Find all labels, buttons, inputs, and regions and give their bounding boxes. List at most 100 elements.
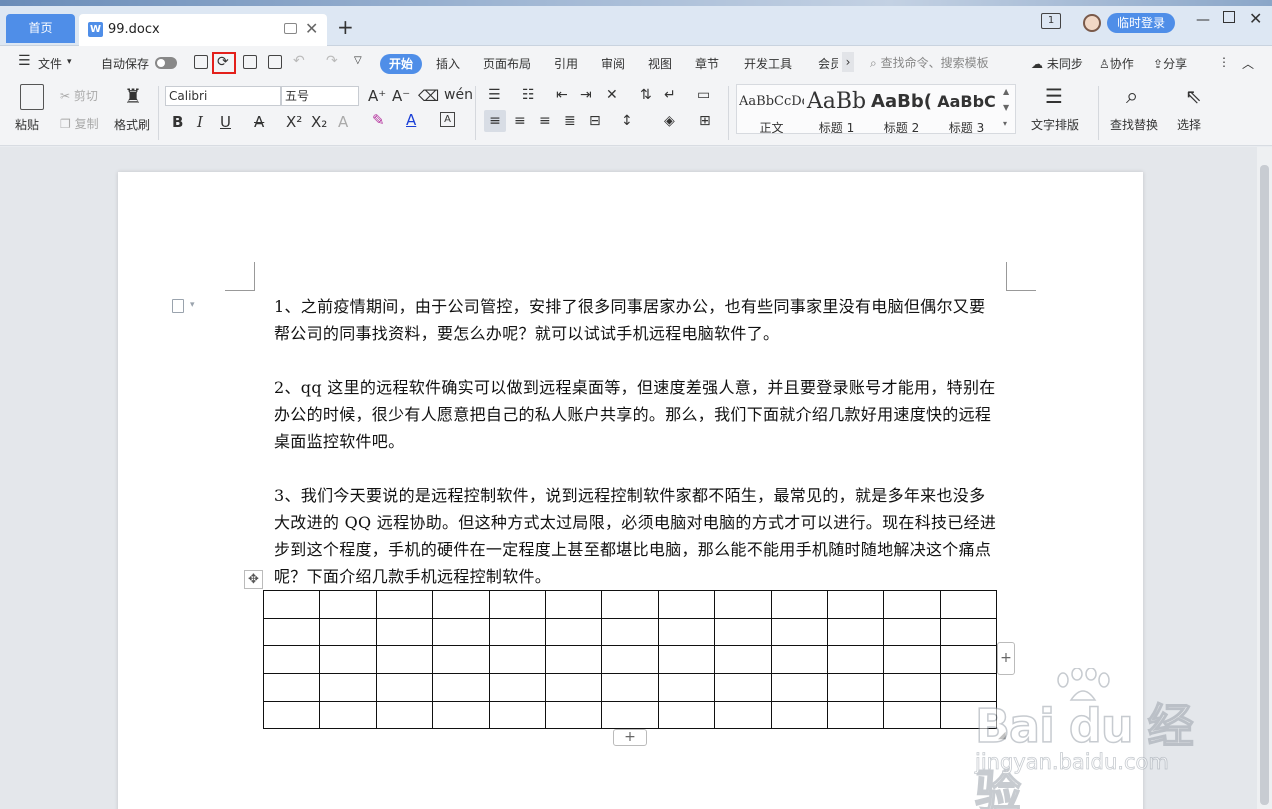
font-size-select[interactable]: 五号 <box>281 86 359 106</box>
tab-insert[interactable]: 插入 <box>436 55 460 72</box>
login-button[interactable]: 临时登录 <box>1107 13 1175 33</box>
text-layout-icon[interactable]: ☰ <box>1045 84 1063 108</box>
styles-scroll-up-icon[interactable]: ▲ <box>1003 87 1009 96</box>
show-marks-icon[interactable]: ↵ <box>664 87 676 103</box>
table-cell[interactable] <box>488 617 546 647</box>
paragraph-1[interactable]: 1、之前疫情期间，由于公司管控，安排了很多同事居家办公，也有些同事家里没有电脑但… <box>274 293 1000 347</box>
table-cell[interactable] <box>883 645 941 675</box>
line-spacing-icon[interactable]: ↕ <box>621 113 633 129</box>
select-button[interactable]: 选择 <box>1177 116 1201 133</box>
table-cell[interactable] <box>883 700 941 730</box>
tab-member[interactable]: 会员 <box>818 55 838 72</box>
print-preview-icon[interactable] <box>268 55 282 69</box>
find-replace-button[interactable]: 查找替换 <box>1110 116 1158 133</box>
collapse-ribbon-icon[interactable]: ︿ <box>1242 55 1254 72</box>
shading-icon[interactable]: ◈ <box>664 113 675 129</box>
underline-icon[interactable]: U <box>220 113 231 131</box>
table-cell[interactable] <box>657 673 716 702</box>
sync-button[interactable]: ☁ 未同步 <box>1031 55 1083 72</box>
phonetic-icon[interactable]: wén <box>444 87 473 103</box>
table-cell[interactable] <box>939 617 998 647</box>
strikethrough-icon[interactable]: A <box>254 113 264 131</box>
table-cell[interactable] <box>544 617 603 647</box>
float-window-icon[interactable] <box>284 23 297 34</box>
table-cell[interactable] <box>262 673 321 702</box>
table-cell[interactable] <box>319 590 377 619</box>
print-icon[interactable] <box>243 55 257 69</box>
paste-button[interactable]: 粘贴 <box>15 116 39 133</box>
table-cell[interactable] <box>432 673 490 702</box>
table-cell[interactable] <box>601 673 659 702</box>
styles-scroll-down-icon[interactable]: ▼ <box>1003 103 1009 112</box>
table-cell[interactable] <box>714 700 772 730</box>
table-cell[interactable] <box>544 590 603 619</box>
table-cell[interactable] <box>319 645 377 675</box>
ruler-icon[interactable]: ▭ <box>697 87 710 103</box>
shrink-font-icon[interactable]: A⁻ <box>392 87 410 105</box>
style-heading-1[interactable]: AaBb 标题 1 <box>804 89 869 137</box>
increase-indent-icon[interactable]: ⇥ <box>580 87 592 103</box>
chinese-layout-icon[interactable]: ✕ <box>606 87 618 103</box>
avatar[interactable] <box>1083 14 1101 32</box>
table-cell[interactable] <box>714 645 772 675</box>
text-effect-icon[interactable]: A <box>338 113 348 131</box>
char-border-icon[interactable]: A <box>440 112 455 127</box>
table-cell[interactable] <box>432 590 490 619</box>
new-tab-button[interactable]: + <box>337 15 354 39</box>
align-right-icon[interactable]: ≡ <box>539 113 551 129</box>
bold-icon[interactable]: B <box>172 113 183 131</box>
distribute-icon[interactable]: ⊟ <box>589 113 601 129</box>
table-cell[interactable] <box>657 645 716 675</box>
more-tabs-chevron-icon[interactable]: › <box>842 52 854 72</box>
table-cell[interactable] <box>826 590 885 619</box>
table-cell[interactable] <box>601 590 659 619</box>
clear-format-icon[interactable]: ⌫ <box>418 87 439 105</box>
paste-icon[interactable] <box>20 84 44 110</box>
table-cell[interactable] <box>488 700 546 730</box>
tab-document[interactable]: W 99.docx ✕ <box>79 14 327 46</box>
maximize-icon[interactable] <box>1223 11 1235 23</box>
bullet-list-icon[interactable]: ☰ <box>488 87 501 103</box>
paragraph-icon[interactable] <box>172 299 184 313</box>
font-name-select[interactable]: Calibri <box>165 86 281 106</box>
font-color-icon[interactable]: A <box>406 111 416 129</box>
table-cell[interactable] <box>657 617 716 647</box>
paragraph-2[interactable]: 2、qq 这里的远程软件确实可以做到远程桌面等，但速度差强人意，并且要登录账号才… <box>274 374 1000 455</box>
command-search[interactable]: ⌕ 查找命令、搜索模板 <box>870 54 989 71</box>
tab-view[interactable]: 视图 <box>648 55 672 72</box>
vertical-scrollbar[interactable] <box>1257 147 1272 809</box>
align-center-icon[interactable]: ≡ <box>514 113 526 129</box>
table-cell[interactable] <box>488 590 546 619</box>
table-cell[interactable] <box>544 645 603 675</box>
table-cell[interactable] <box>714 673 772 702</box>
table-cell[interactable] <box>262 700 321 730</box>
table-cell[interactable] <box>375 673 434 702</box>
table-cell[interactable] <box>375 617 434 647</box>
table-cell[interactable] <box>432 645 490 675</box>
undo-icon[interactable]: ↶ <box>293 53 305 69</box>
table-cell[interactable] <box>262 617 321 647</box>
table-cell[interactable] <box>432 617 490 647</box>
table-cell[interactable] <box>826 645 885 675</box>
align-left-icon[interactable]: ≡ <box>484 110 506 132</box>
styles-expand-icon[interactable]: ▾ <box>1003 119 1007 128</box>
brush-icon[interactable]: ♜ <box>124 84 142 108</box>
tab-page-layout[interactable]: 页面布局 <box>483 55 531 72</box>
table-cell[interactable] <box>488 673 546 702</box>
scrollbar-thumb[interactable] <box>1260 165 1269 805</box>
customize-toolbar-icon[interactable]: ▽ <box>354 55 362 66</box>
table-cell[interactable] <box>601 617 659 647</box>
paragraph-menu-chevron-icon[interactable]: ▾ <box>190 300 195 310</box>
table-cell[interactable] <box>714 590 772 619</box>
table-cell[interactable] <box>714 617 772 647</box>
format-painter-button[interactable]: 格式刷 <box>114 116 150 133</box>
table-cell[interactable] <box>262 590 321 619</box>
magnifier-icon[interactable]: ⌕ <box>1126 84 1138 109</box>
numbered-list-icon[interactable]: ☷ <box>522 87 535 103</box>
italic-icon[interactable]: I <box>197 113 203 131</box>
style-heading-2[interactable]: AaBb( 标题 2 <box>869 89 934 137</box>
document-table[interactable] <box>262 590 998 730</box>
table-cell[interactable] <box>770 700 828 730</box>
table-cell[interactable] <box>544 673 603 702</box>
table-cell[interactable] <box>939 590 998 619</box>
